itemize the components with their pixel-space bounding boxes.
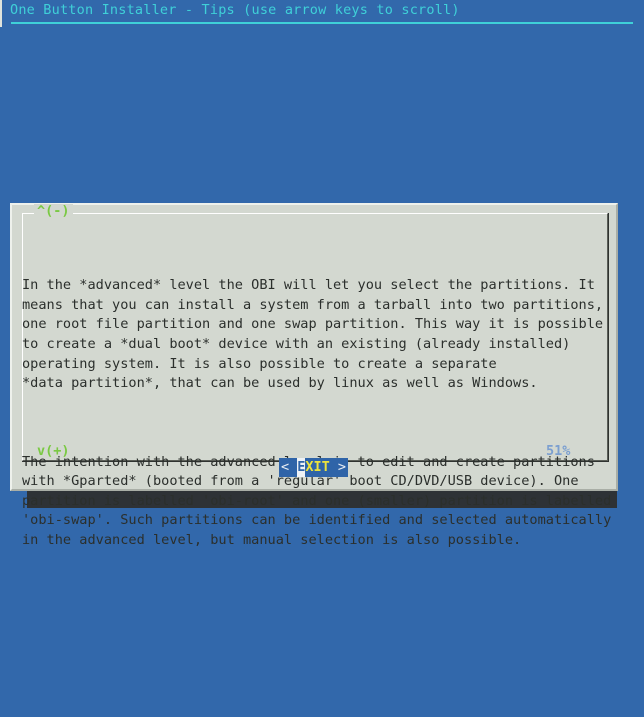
screen-left-border — [0, 0, 2, 27]
scroll-up-indicator[interactable]: ^(-) — [34, 204, 73, 218]
button-left-bracket: < — [281, 459, 298, 475]
button-hotkey-char: E — [297, 458, 306, 477]
title-bar: One Button Installer - Tips (use arrow k… — [0, 0, 644, 27]
title-separator-rule — [11, 22, 633, 24]
tips-text-content: In the *advanced* level the OBI will let… — [22, 237, 611, 570]
button-right-bracket: > — [329, 459, 347, 475]
tips-paragraph: In the *advanced* level the OBI will let… — [22, 277, 604, 392]
exit-button[interactable]: < E XIT > — [279, 458, 349, 477]
page-title: One Button Installer - Tips (use arrow k… — [10, 2, 460, 18]
button-label: XIT — [305, 459, 330, 475]
